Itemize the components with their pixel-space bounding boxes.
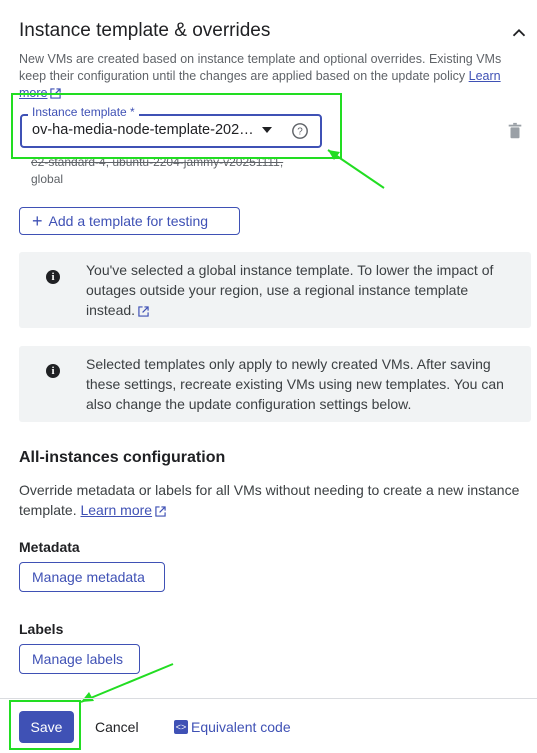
equivalent-code-label: Equivalent code bbox=[191, 719, 291, 735]
external-link-icon[interactable] bbox=[138, 306, 149, 317]
highlight-save-box bbox=[9, 700, 81, 750]
labels-label: Labels bbox=[19, 621, 64, 637]
info-box-global-template: i You've selected a global instance temp… bbox=[19, 252, 531, 328]
info-icon: i bbox=[46, 364, 60, 378]
section-title: Instance template & overrides bbox=[19, 20, 271, 41]
plus-icon: + bbox=[32, 211, 43, 231]
info-icon: i bbox=[46, 270, 60, 284]
add-template-button[interactable]: + Add a template for testing bbox=[19, 207, 240, 235]
add-template-label: Add a template for testing bbox=[48, 213, 209, 229]
code-icon: <> bbox=[174, 720, 188, 734]
pointer-arrow-2 bbox=[80, 663, 174, 703]
pointer-arrow-1 bbox=[327, 149, 385, 189]
external-link-icon bbox=[155, 506, 166, 517]
metadata-label: Metadata bbox=[19, 539, 80, 555]
highlight-template-box bbox=[11, 93, 342, 159]
footer-divider bbox=[0, 698, 537, 699]
template-meta-line2: global bbox=[31, 172, 64, 186]
info-box-new-vms: i Selected templates only apply to newly… bbox=[19, 346, 531, 422]
cancel-button[interactable]: Cancel bbox=[95, 719, 139, 735]
trash-icon[interactable] bbox=[506, 122, 524, 140]
all-instances-description: Override metadata or labels for all VMs … bbox=[19, 480, 524, 520]
all-instances-title: All-instances configuration bbox=[19, 449, 226, 466]
section-description-text: New VMs are created based on instance te… bbox=[19, 52, 502, 83]
chevron-up-icon[interactable] bbox=[508, 22, 530, 44]
learn-more-link-2[interactable]: Learn more bbox=[80, 502, 152, 518]
info-box-text-2: Selected templates only apply to newly c… bbox=[86, 356, 504, 412]
manage-metadata-button[interactable]: Manage metadata bbox=[19, 562, 165, 592]
info-box-text: You've selected a global instance templa… bbox=[86, 260, 511, 320]
template-meta: e2-standard-4, ubuntu-2204-jammy-v202511… bbox=[31, 154, 283, 188]
equivalent-code-button[interactable]: <> Equivalent code bbox=[174, 719, 291, 735]
